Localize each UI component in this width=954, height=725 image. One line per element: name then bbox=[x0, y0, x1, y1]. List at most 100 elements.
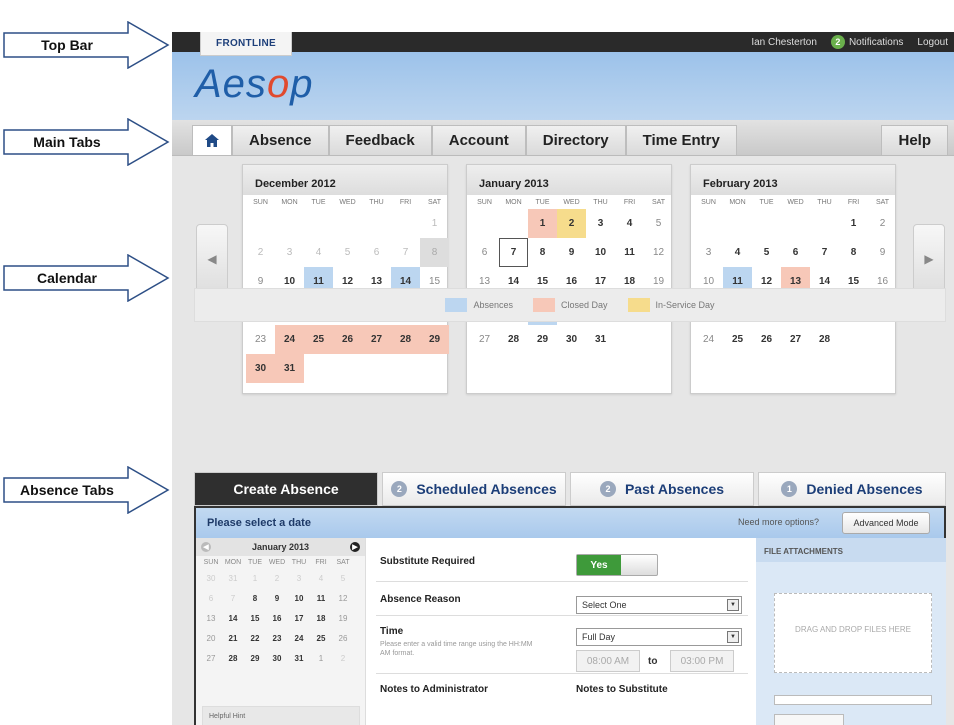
day-cell[interactable]: 25 bbox=[304, 325, 333, 354]
tab-account[interactable]: Account bbox=[431, 125, 526, 155]
notifications-link[interactable]: Notifications bbox=[849, 37, 903, 48]
day-cell[interactable]: 24 bbox=[275, 325, 304, 354]
upload-button[interactable] bbox=[774, 714, 844, 725]
day-cell[interactable]: 10 bbox=[586, 238, 615, 267]
day-cell[interactable]: 19 bbox=[332, 608, 354, 628]
day-cell[interactable]: 9 bbox=[266, 588, 288, 608]
day-cell[interactable]: 30 bbox=[246, 354, 275, 383]
tab-denied-absences[interactable]: 1 Denied Absences bbox=[758, 472, 946, 506]
day-cell[interactable]: 8 bbox=[528, 238, 557, 267]
tab-time-entry[interactable]: Time Entry bbox=[625, 125, 737, 155]
day-cell[interactable]: 1 bbox=[310, 648, 332, 668]
file-field[interactable] bbox=[774, 695, 932, 705]
tab-home[interactable] bbox=[192, 125, 232, 155]
day-cell[interactable]: 26 bbox=[333, 325, 362, 354]
day-cell[interactable]: 27 bbox=[470, 325, 499, 354]
day-cell[interactable]: 15 bbox=[244, 608, 266, 628]
drop-zone[interactable]: DRAG AND DROP FILES HERE bbox=[774, 593, 932, 673]
day-cell[interactable]: 28 bbox=[499, 325, 528, 354]
day-cell[interactable]: 2 bbox=[332, 648, 354, 668]
day-cell[interactable]: 29 bbox=[528, 325, 557, 354]
day-cell[interactable]: 9 bbox=[557, 238, 586, 267]
day-cell[interactable]: 28 bbox=[810, 325, 839, 354]
day-cell[interactable]: 25 bbox=[310, 628, 332, 648]
day-cell[interactable]: 1 bbox=[244, 568, 266, 588]
day-cell[interactable]: 4 bbox=[304, 238, 333, 267]
substitute-required-toggle[interactable]: Yes bbox=[576, 554, 658, 576]
start-time-input[interactable]: 08:00 AM bbox=[576, 650, 640, 672]
day-cell[interactable]: 4 bbox=[615, 209, 644, 238]
day-cell[interactable]: 30 bbox=[200, 568, 222, 588]
day-cell[interactable]: 1 bbox=[420, 209, 449, 238]
user-name[interactable]: Ian Chesterton bbox=[751, 37, 817, 48]
tab-feedback[interactable]: Feedback bbox=[328, 125, 432, 155]
day-cell[interactable]: 27 bbox=[200, 648, 222, 668]
day-cell[interactable]: 6 bbox=[781, 238, 810, 267]
day-cell[interactable]: 22 bbox=[244, 628, 266, 648]
day-cell[interactable]: 11 bbox=[310, 588, 332, 608]
day-cell[interactable]: 17 bbox=[288, 608, 310, 628]
day-cell[interactable]: 27 bbox=[781, 325, 810, 354]
end-time-input[interactable]: 03:00 PM bbox=[670, 650, 734, 672]
day-cell[interactable]: 4 bbox=[723, 238, 752, 267]
day-cell[interactable]: 5 bbox=[332, 568, 354, 588]
tab-help[interactable]: Help bbox=[881, 125, 948, 155]
day-cell[interactable]: 31 bbox=[222, 568, 244, 588]
day-cell[interactable]: 30 bbox=[266, 648, 288, 668]
tab-directory[interactable]: Directory bbox=[525, 125, 626, 155]
tab-past-absences[interactable]: 2 Past Absences bbox=[570, 472, 754, 506]
day-cell[interactable]: 1 bbox=[839, 209, 868, 238]
chevron-right-icon[interactable]: ▶ bbox=[349, 542, 360, 552]
day-cell[interactable]: 26 bbox=[332, 628, 354, 648]
day-cell[interactable]: 5 bbox=[644, 209, 673, 238]
day-cell[interactable]: 2 bbox=[266, 568, 288, 588]
frontline-logo[interactable]: FRONTLINE bbox=[200, 32, 292, 56]
day-cell[interactable]: 3 bbox=[694, 238, 723, 267]
day-cell[interactable]: 3 bbox=[275, 238, 304, 267]
day-cell[interactable]: 21 bbox=[222, 628, 244, 648]
day-cell[interactable]: 6 bbox=[200, 588, 222, 608]
day-cell[interactable]: 1 bbox=[528, 209, 557, 238]
day-cell[interactable]: 16 bbox=[266, 608, 288, 628]
day-cell[interactable]: 13 bbox=[200, 608, 222, 628]
day-cell[interactable]: 5 bbox=[752, 238, 781, 267]
tab-create-absence[interactable]: Create Absence bbox=[194, 472, 378, 506]
day-cell[interactable]: 7 bbox=[810, 238, 839, 267]
day-cell[interactable]: 2 bbox=[246, 238, 275, 267]
day-cell[interactable]: 28 bbox=[391, 325, 420, 354]
day-cell[interactable]: 31 bbox=[586, 325, 615, 354]
day-cell[interactable]: 7 bbox=[222, 588, 244, 608]
day-cell[interactable]: 11 bbox=[615, 238, 644, 267]
day-cell[interactable]: 7 bbox=[499, 238, 528, 267]
notification-count-badge[interactable]: 2 bbox=[830, 35, 845, 49]
day-cell[interactable]: 23 bbox=[266, 628, 288, 648]
day-cell[interactable]: 24 bbox=[694, 325, 723, 354]
day-cell[interactable]: 23 bbox=[246, 325, 275, 354]
day-cell[interactable]: 2 bbox=[557, 209, 586, 238]
day-cell[interactable]: 30 bbox=[557, 325, 586, 354]
day-cell[interactable]: 18 bbox=[310, 608, 332, 628]
day-cell[interactable]: 4 bbox=[310, 568, 332, 588]
advanced-mode-button[interactable]: Advanced Mode bbox=[842, 512, 930, 534]
day-cell[interactable]: 27 bbox=[362, 325, 391, 354]
day-cell[interactable]: 3 bbox=[288, 568, 310, 588]
day-cell[interactable]: 9 bbox=[868, 238, 897, 267]
day-cell[interactable]: 8 bbox=[244, 588, 266, 608]
day-cell[interactable]: 25 bbox=[723, 325, 752, 354]
time-select[interactable]: Full Day ▼ bbox=[576, 628, 742, 646]
day-cell[interactable]: 14 bbox=[222, 608, 244, 628]
prev-month-button[interactable]: ◀ bbox=[196, 224, 228, 294]
day-cell[interactable]: 10 bbox=[288, 588, 310, 608]
day-cell[interactable]: 6 bbox=[470, 238, 499, 267]
tab-scheduled-absences[interactable]: 2 Scheduled Absences bbox=[382, 472, 566, 506]
day-cell[interactable]: 8 bbox=[839, 238, 868, 267]
tab-absence[interactable]: Absence bbox=[232, 125, 329, 155]
day-cell[interactable]: 3 bbox=[586, 209, 615, 238]
day-cell[interactable]: 31 bbox=[275, 354, 304, 383]
chevron-left-icon[interactable]: ◀ bbox=[201, 542, 211, 552]
absence-reason-select[interactable]: Select One ▼ bbox=[576, 596, 742, 614]
day-cell[interactable]: 6 bbox=[362, 238, 391, 267]
day-cell[interactable]: 24 bbox=[288, 628, 310, 648]
logout-link[interactable]: Logout bbox=[917, 37, 948, 48]
day-cell[interactable]: 29 bbox=[420, 325, 449, 354]
